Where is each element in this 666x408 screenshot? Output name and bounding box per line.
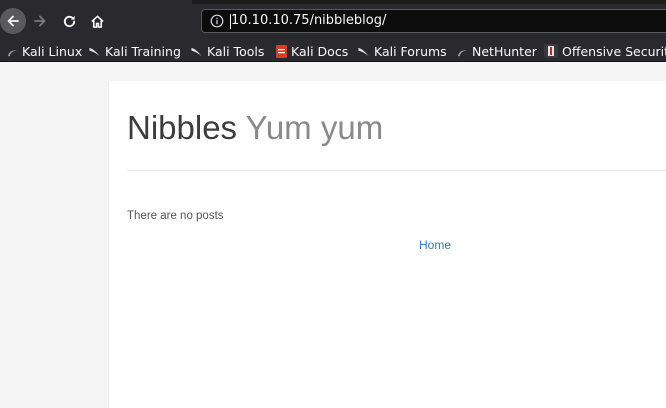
- reload-icon: [63, 15, 75, 27]
- blog-container: Nibbles Yum yum There are no posts Home: [109, 81, 666, 408]
- kali-dragon-icon: [191, 47, 202, 56]
- back-button[interactable]: [0, 8, 26, 34]
- bookmark-label: Kali Forums: [374, 43, 447, 59]
- bookmark-label: NetHunter: [472, 43, 537, 59]
- no-posts-message: There are no posts: [127, 210, 224, 222]
- bookmark-kali-linux[interactable]: Kali Linux: [7, 40, 82, 62]
- home-link[interactable]: Home: [419, 238, 451, 252]
- bookmarks-toolbar: Kali Linux Kali Training Kali Tools Kali…: [0, 40, 666, 62]
- bookmark-kali-forums[interactable]: Kali Forums: [357, 40, 447, 62]
- blog-slogan: Yum yum: [245, 109, 384, 146]
- home-button[interactable]: [85, 9, 109, 33]
- forward-button[interactable]: [28, 9, 52, 33]
- offsec-icon: [544, 44, 558, 58]
- page-viewport: Nibbles Yum yum There are no posts Home: [0, 62, 666, 408]
- blog-title: Nibbles Yum yum: [127, 109, 383, 147]
- info-icon[interactable]: [210, 14, 224, 28]
- kali-docs-icon: [276, 44, 287, 58]
- nethunter-icon: [457, 49, 468, 56]
- address-bar[interactable]: 10.10.10.75/nibbleblog/: [201, 9, 666, 33]
- bookmark-kali-training[interactable]: Kali Training: [88, 40, 181, 62]
- blog-name: Nibbles: [127, 109, 238, 146]
- bookmark-nethunter[interactable]: NetHunter: [457, 40, 537, 62]
- bookmark-label: Kali Linux: [22, 43, 83, 59]
- bookmark-offensive-security[interactable]: Offensive Security: [544, 40, 666, 62]
- tab-strip-edge: [192, 0, 666, 4]
- kali-dragon-icon: [89, 47, 100, 56]
- home-icon: [90, 15, 104, 28]
- arrow-left-icon: [7, 15, 19, 27]
- kali-dragon-icon: [358, 47, 369, 56]
- arrow-right-icon: [34, 15, 46, 27]
- browser-toolbar: 10.10.10.75/nibbleblog/: [0, 0, 666, 40]
- bookmark-label: Kali Docs: [291, 43, 349, 59]
- header-divider: [127, 170, 666, 171]
- bookmark-label: Kali Training: [105, 43, 181, 59]
- url-text[interactable]: 10.10.10.75/nibbleblog/: [231, 13, 386, 28]
- bookmark-label: Kali Tools: [207, 43, 265, 59]
- reload-button[interactable]: [57, 9, 81, 33]
- bookmark-kali-docs[interactable]: Kali Docs: [276, 40, 348, 62]
- bookmark-label: Offensive Security: [562, 43, 666, 59]
- kali-dragon-icon: [7, 49, 18, 56]
- bookmark-kali-tools[interactable]: Kali Tools: [190, 40, 264, 62]
